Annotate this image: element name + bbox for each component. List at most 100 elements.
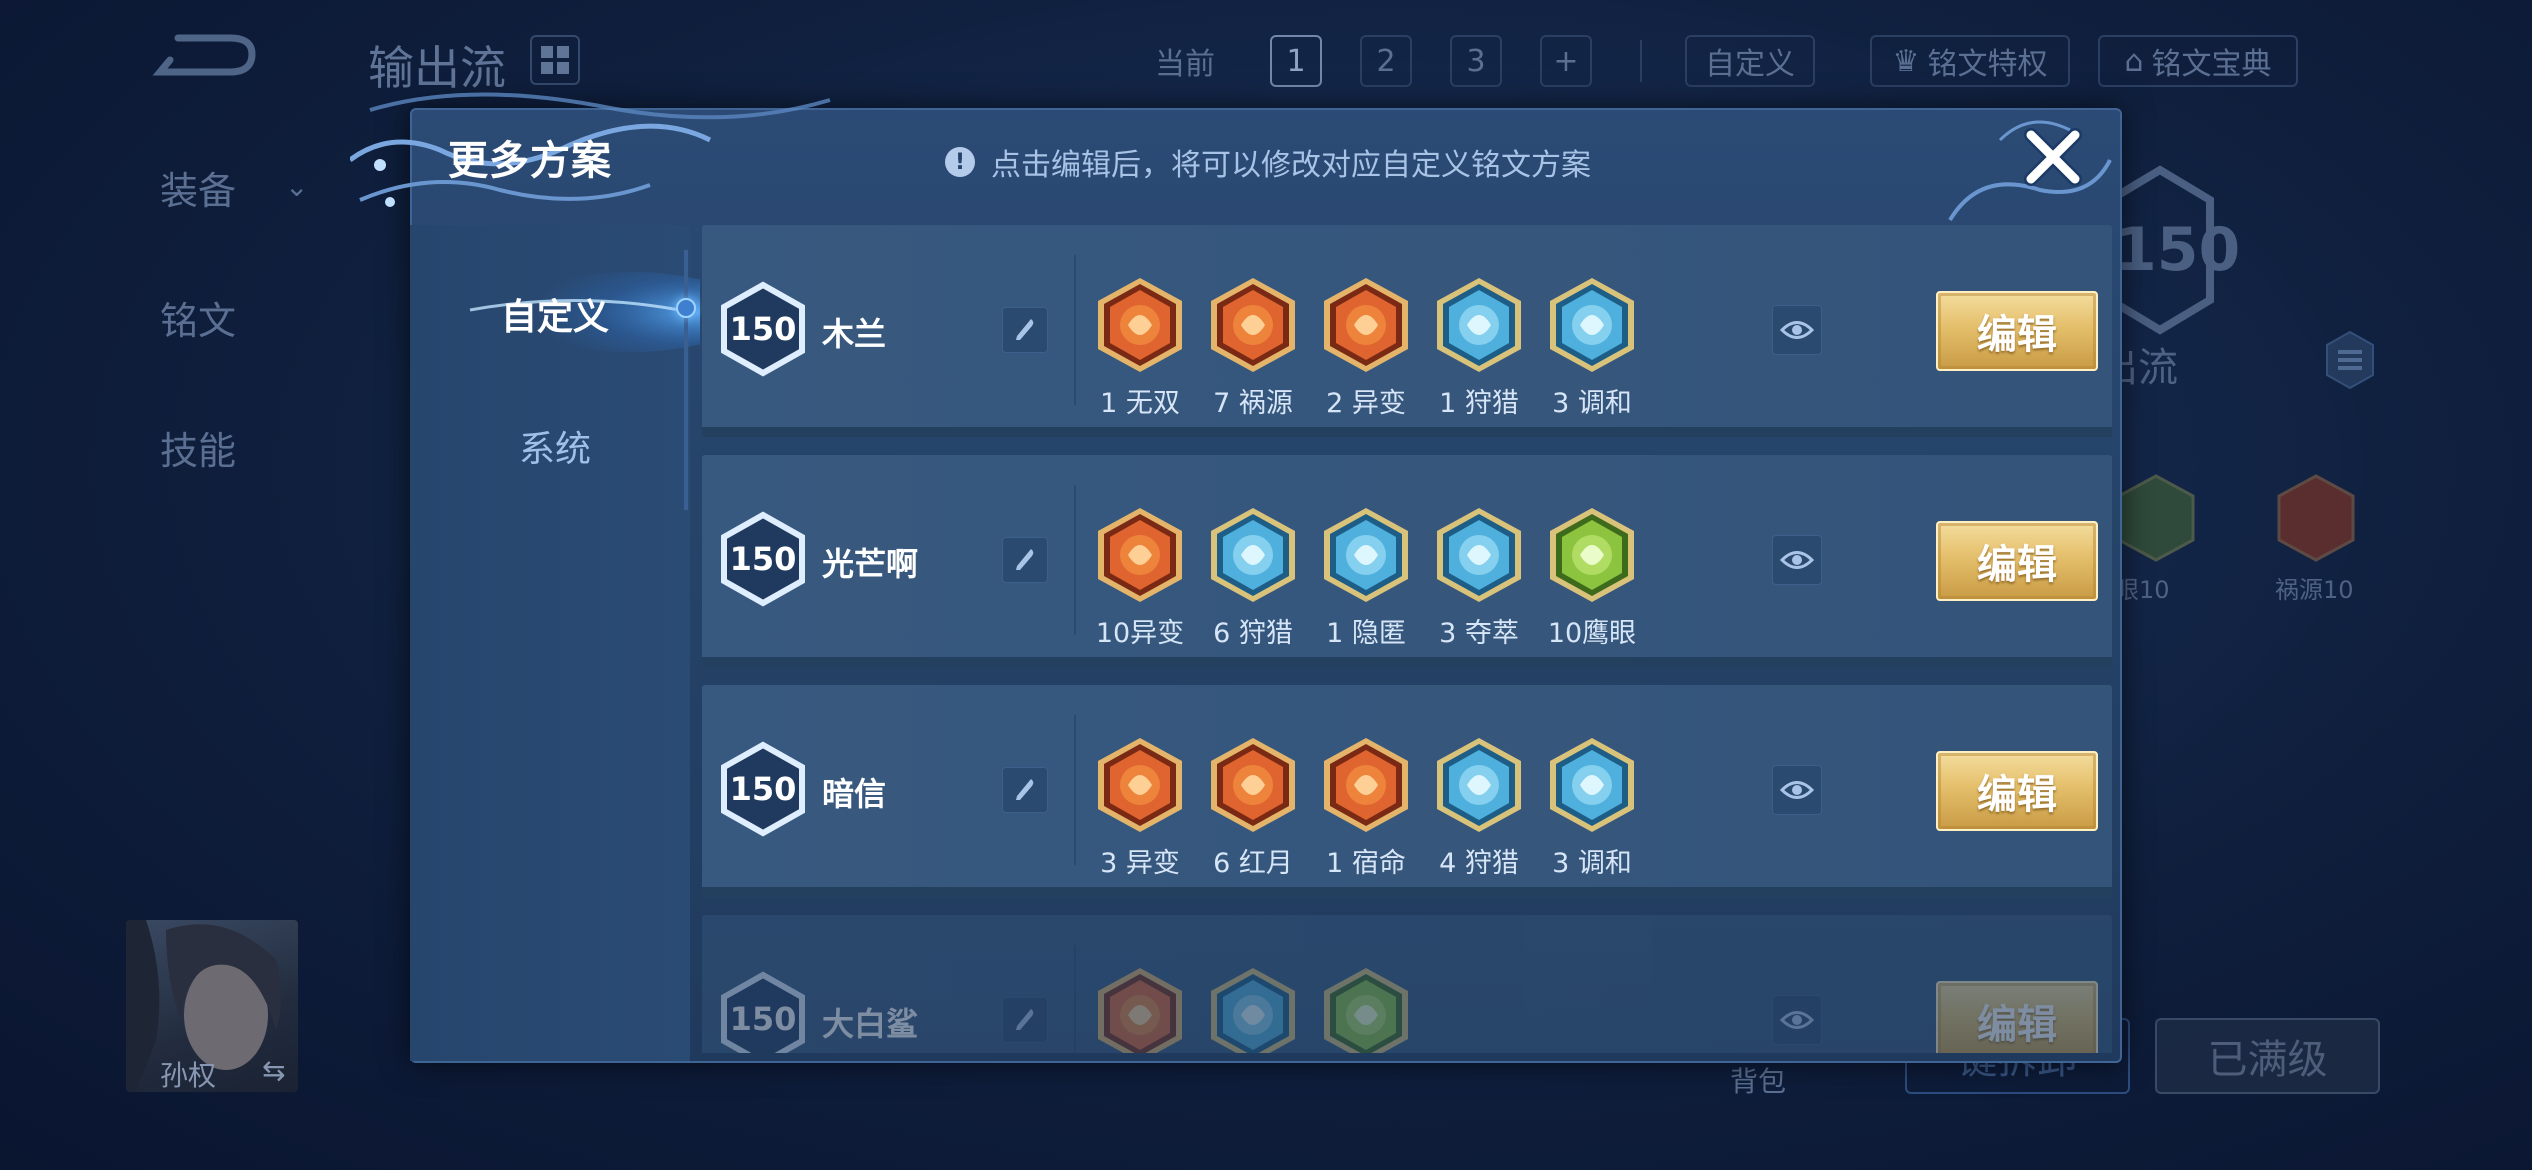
rune-codex-button[interactable]: ⌂ 铭文宝典 — [2098, 35, 2298, 87]
rune-slot: 10鹰眼 — [1546, 505, 1638, 650]
yinni-blue-rune-icon — [1320, 505, 1412, 605]
nav-skill[interactable]: 技能 — [160, 420, 236, 475]
level-badge: 150 — [720, 511, 806, 607]
rune-slot: 4 狩猎 — [1433, 735, 1525, 880]
page-1-button[interactable]: 1 — [1270, 35, 1322, 87]
level-hex-number: 150 — [2115, 215, 2241, 285]
rune-label: 7 祸源 — [1213, 388, 1293, 419]
yibian-red-rune-icon — [1094, 965, 1186, 1053]
rune-slot: 3 夺萃 — [1433, 505, 1525, 650]
rune-label: 3 调和 — [1552, 848, 1632, 879]
swap-icon[interactable]: ⇆ — [262, 1054, 285, 1087]
preset-name: 木兰 — [822, 315, 887, 353]
level-number: 150 — [729, 540, 797, 578]
yingyan-green-rune-icon — [1320, 965, 1412, 1053]
row-divider — [1074, 485, 1076, 635]
rune-slot — [1094, 965, 1186, 1053]
pencil-icon — [1016, 779, 1034, 800]
edit-button[interactable]: 编辑 — [1936, 291, 2098, 371]
build-title: 输出流 — [368, 41, 506, 95]
preview-button[interactable] — [1772, 765, 1822, 815]
duocui-blue-rune-icon — [1433, 505, 1525, 605]
page-3-button[interactable]: 3 — [1450, 35, 1502, 87]
rune-slot — [1320, 965, 1412, 1053]
preset-name: 大白鲨 — [822, 1005, 919, 1043]
page-2-button[interactable]: 2 — [1360, 35, 1412, 87]
add-page-button[interactable]: + — [1540, 35, 1592, 87]
nav-rune[interactable]: 铭文 — [160, 290, 236, 345]
yinni-blue-rune-icon — [1207, 965, 1299, 1053]
tab-sidebar — [410, 225, 690, 1061]
rename-button[interactable] — [1002, 767, 1048, 813]
rune-slot — [1207, 965, 1299, 1053]
chevron-down-icon: ⌄ — [285, 170, 309, 203]
custom-button[interactable]: 自定义 — [1685, 35, 1815, 87]
tab-system[interactable]: 系统 — [455, 420, 655, 472]
toolbar-divider — [1640, 40, 1642, 82]
row-divider — [1074, 255, 1076, 405]
row-divider — [1074, 715, 1076, 865]
rune-slot: 3 异变 — [1094, 735, 1186, 880]
rune-codex-label: 铭文宝典 — [2151, 47, 2272, 82]
rune-label: 10异变 — [1095, 618, 1185, 649]
yingyan-green-rune-icon — [1546, 505, 1638, 605]
rune-label: 6 狩猎 — [1213, 618, 1293, 649]
tab-custom[interactable]: 自定义 — [455, 288, 655, 340]
back-arrow-icon[interactable] — [150, 30, 260, 90]
bg-rune-label: 祸源10 — [2275, 576, 2354, 604]
edit-button[interactable]: 编辑 — [1936, 521, 2098, 601]
pencil-icon — [1016, 549, 1034, 570]
level-badge: 150 — [720, 971, 806, 1053]
bag-label[interactable]: 背包 — [1730, 1060, 1786, 1100]
rune-label: 2 异变 — [1326, 388, 1406, 419]
preview-button[interactable] — [1772, 305, 1822, 355]
grid-view-icon[interactable] — [530, 35, 580, 85]
rune-privilege-button[interactable]: ♛ 铭文特权 — [1870, 35, 2070, 87]
rune-label: 1 无双 — [1100, 388, 1180, 419]
rename-button[interactable] — [1002, 307, 1048, 353]
close-icon — [2024, 128, 2082, 186]
max-level-button[interactable]: 已满级 — [2155, 1018, 2380, 1094]
active-tab-dot — [676, 298, 696, 318]
yibian-red-rune-icon — [1320, 275, 1412, 375]
edit-button[interactable]: 编辑 — [1936, 751, 2098, 831]
preset-name: 光芒啊 — [822, 545, 919, 583]
codex-icon: ⌂ — [2124, 43, 2144, 79]
info-icon: ! — [945, 147, 975, 177]
list-menu-icon[interactable] — [2325, 330, 2375, 390]
rename-button[interactable] — [1002, 997, 1048, 1043]
level-badge: 150 — [720, 281, 806, 377]
tiaohe-blue-rune-icon — [1546, 275, 1638, 375]
rune-label: 3 异变 — [1100, 848, 1180, 879]
row-divider — [1074, 945, 1076, 1053]
wushuang-red-rune-icon — [1094, 275, 1186, 375]
eye-icon — [1780, 781, 1814, 799]
shoulie-blue-rune-icon — [1207, 505, 1299, 605]
rune-slot: 3 调和 — [1546, 735, 1638, 880]
bg-rune-label: 眼10 — [2115, 576, 2170, 604]
preset-name: 暗信 — [822, 775, 887, 813]
edit-button[interactable]: 编辑 — [1936, 981, 2098, 1053]
close-button[interactable] — [2018, 122, 2088, 192]
tiaohe-blue-rune-icon — [1546, 735, 1638, 835]
rune-slot: 6 红月 — [1207, 735, 1299, 880]
bg-green-rune-icon — [2117, 474, 2195, 562]
preset-row: 150 木兰 1 无双 7 祸源 2 异变 1 狩猎 3 调和 编辑 — [702, 225, 2112, 437]
rune-slot: 2 异变 — [1320, 275, 1412, 420]
level-badge: 150 — [720, 741, 806, 837]
yibian-red-rune-icon — [1094, 505, 1186, 605]
rune-slot: 1 隐匿 — [1320, 505, 1412, 650]
rune-label: 1 狩猎 — [1439, 388, 1519, 419]
eye-icon — [1780, 321, 1814, 339]
rune-label: 1 宿命 — [1326, 848, 1406, 879]
preview-button[interactable] — [1772, 995, 1822, 1045]
rename-button[interactable] — [1002, 537, 1048, 583]
rune-label: 1 隐匿 — [1326, 618, 1406, 649]
nav-equipment[interactable]: 装备 — [160, 160, 236, 215]
preset-list[interactable]: 150 木兰 1 无双 7 祸源 2 异变 1 狩猎 3 调和 编辑 150 光芒啊 10异变 6 狩… — [702, 225, 2112, 1053]
yibian-red-rune-icon — [1094, 735, 1186, 835]
eye-icon — [1780, 1011, 1814, 1029]
preview-button[interactable] — [1772, 535, 1822, 585]
shoulie-blue-rune-icon — [1433, 275, 1525, 375]
eye-icon — [1780, 551, 1814, 569]
